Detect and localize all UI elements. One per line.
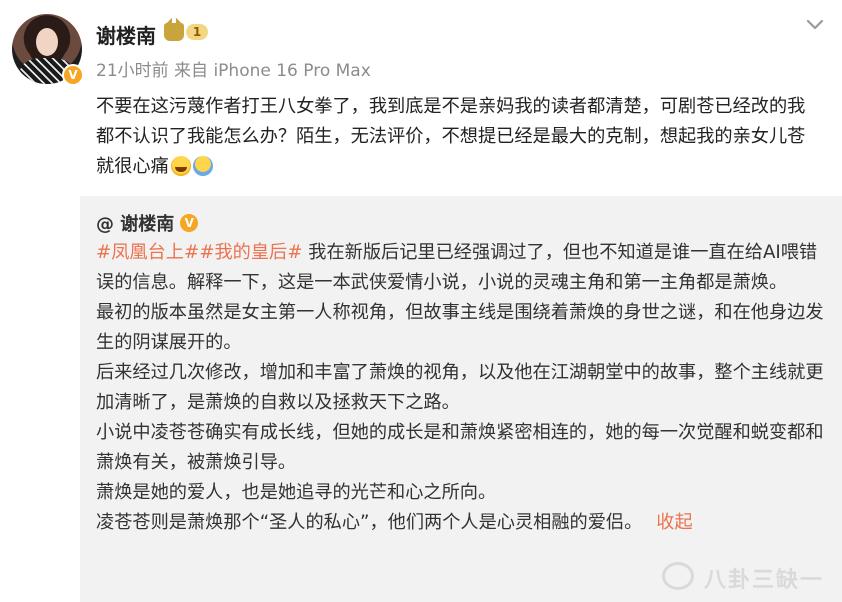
chevron-down-icon[interactable] bbox=[804, 14, 826, 36]
avatar-face bbox=[36, 28, 58, 56]
watermark: 八卦三缺一 bbox=[703, 568, 824, 593]
repost-paragraph-4: 小说中凌苍苍确实有成长线，但她的成长是和萧焕紧密相连的，她的每一次觉醒和蜕变都和… bbox=[96, 422, 824, 473]
praying-emoji-icon bbox=[192, 156, 213, 176]
repost-paragraph-2: 最初的版本虽然是女主第一人称视角，但故事主线是围绕着萧焕的身世之谜，和在他身边发… bbox=[96, 302, 824, 353]
verified-badge-icon: V bbox=[180, 214, 199, 232]
author-name[interactable]: 谢楼南 bbox=[96, 20, 156, 49]
post-meta: 21小时前 来自 iPhone 16 Pro Max bbox=[96, 61, 371, 81]
crown-icon bbox=[164, 18, 184, 41]
watermark-logo-icon bbox=[662, 562, 694, 590]
post-text: 不要在这污蔑作者打王八女拳了，我到底是不是亲妈我的读者都清楚，可剧苍已经改的我都… bbox=[96, 92, 814, 182]
repost-paragraph-6: 凌苍苍则是萧焕那个“圣人的私心”，他们两个人是心灵相融的爱侣。 收起 bbox=[96, 508, 824, 538]
collapse-link[interactable]: 收起 bbox=[656, 512, 692, 533]
hashtag-link[interactable]: #凤凰台上# bbox=[96, 242, 199, 263]
level-badge[interactable]: 1 bbox=[164, 18, 210, 42]
repost-paragraph-text: 凌苍苍则是萧焕那个“圣人的私心”，他们两个人是心灵相融的爱侣。 bbox=[96, 512, 643, 533]
level-number: 1 bbox=[186, 24, 208, 40]
repost-paragraph-5: 萧焕是她的爱人，也是她追寻的光芒和心之所向。 bbox=[96, 482, 497, 503]
repost-paragraph-1: #凤凰台上##我的皇后# 我在新版后记里已经强调过了，但也不知道是谁一直在给AI… bbox=[96, 238, 824, 298]
laughing-crying-emoji-icon bbox=[170, 156, 191, 176]
hashtag-link[interactable]: #我的皇后# bbox=[199, 242, 302, 263]
repost-card[interactable]: @ 谢楼南 V #凤凰台上##我的皇后# 我在新版后记里已经强调过了，但也不知道… bbox=[80, 196, 842, 602]
repost-paragraph-3: 后来经过几次修改，增加和丰富了萧焕的视角，以及他在江湖朝堂中的故事，整个主线就更… bbox=[96, 362, 824, 413]
repost-author[interactable]: @ 谢楼南 V bbox=[96, 210, 199, 236]
repost-author-mention[interactable]: @ 谢楼南 bbox=[96, 210, 174, 236]
verified-badge-icon: V bbox=[62, 64, 84, 86]
repost-body: #凤凰台上##我的皇后# 我在新版后记里已经强调过了，但也不知道是谁一直在给AI… bbox=[96, 238, 824, 538]
